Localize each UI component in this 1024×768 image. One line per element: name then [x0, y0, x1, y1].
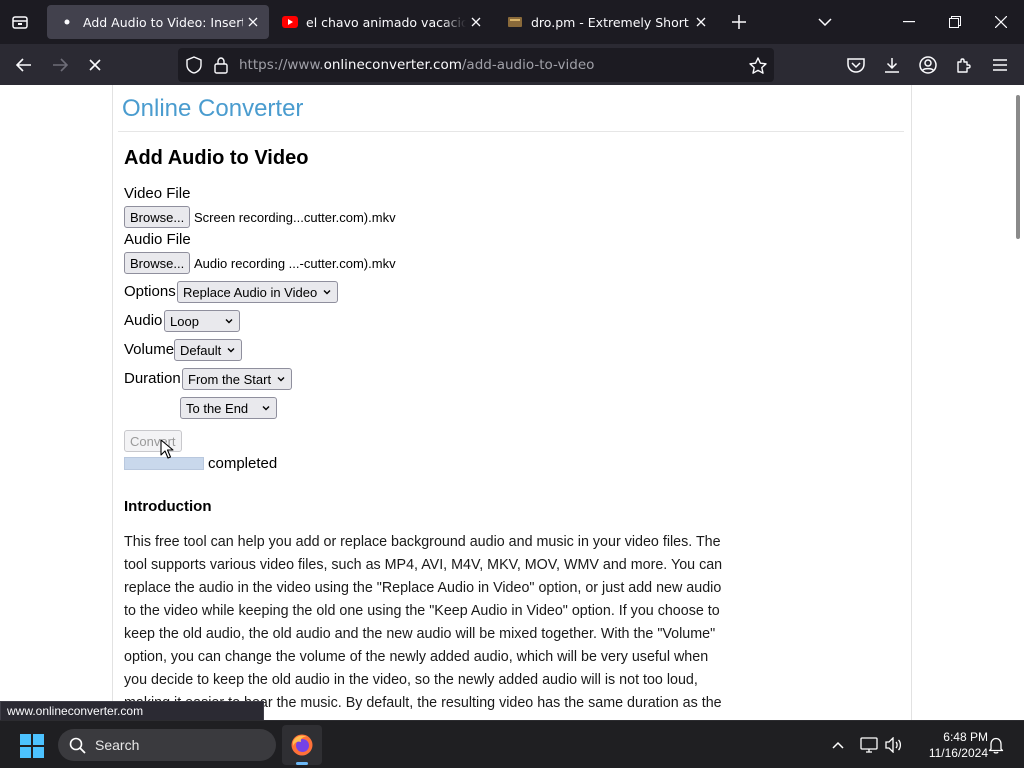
duration-label: Duration — [124, 370, 181, 387]
page-viewport: Online Converter Add Audio to Video Vide… — [0, 85, 1024, 720]
mouse-cursor-icon — [160, 439, 174, 459]
stop-icon — [89, 59, 101, 71]
app-menu-button[interactable] — [985, 50, 1015, 80]
chevron-up-icon — [832, 741, 844, 749]
chevron-down-icon — [227, 348, 235, 353]
volume-select-value: Default — [180, 342, 222, 358]
duration-end-select[interactable]: To the End — [180, 397, 277, 419]
close-tab-icon[interactable] — [466, 12, 486, 32]
new-tab-button[interactable] — [727, 10, 751, 34]
firefox-icon — [291, 734, 313, 756]
taskbar-search-box[interactable]: Search — [58, 729, 276, 761]
hamburger-icon — [993, 59, 1007, 71]
active-app-indicator — [296, 762, 308, 765]
extensions-button[interactable] — [949, 50, 979, 80]
minimize-icon — [903, 21, 915, 23]
audio-mode-select-value: Loop — [170, 313, 199, 329]
bookmark-star-icon[interactable] — [748, 55, 768, 75]
tab-bar: Add Audio to Video: Insert Or Replace el… — [0, 0, 1024, 44]
windows-taskbar: Search 6:48 PM 11/16/2024 — [0, 720, 1024, 768]
pocket-icon — [847, 58, 865, 73]
chevron-down-icon — [225, 319, 233, 324]
stop-loading-button[interactable] — [80, 50, 110, 80]
plus-icon — [732, 15, 746, 29]
page-scrollbar[interactable] — [1016, 95, 1020, 239]
audio-browse-button[interactable]: Browse... — [124, 252, 191, 274]
taskbar-clock[interactable]: 6:48 PM 11/16/2024 — [912, 729, 988, 761]
audio-mode-select[interactable]: Loop — [164, 310, 240, 332]
notifications-bell-icon[interactable] — [986, 735, 1006, 755]
show-hidden-icons-button[interactable] — [828, 735, 848, 755]
dropm-icon — [507, 14, 523, 30]
windows-start-icon[interactable] — [20, 734, 44, 758]
account-button[interactable] — [913, 50, 943, 80]
close-tab-icon[interactable] — [243, 12, 263, 32]
chevron-down-icon — [818, 18, 832, 26]
video-filename: Screen recording...cutter.com).mkv — [194, 210, 396, 225]
tab-overflow-button[interactable] — [813, 10, 837, 34]
lock-icon[interactable] — [211, 55, 231, 75]
chevron-down-icon — [262, 406, 270, 411]
site-title-link[interactable]: Online Converter — [122, 95, 303, 123]
account-icon — [919, 56, 937, 74]
header-divider — [118, 131, 904, 132]
options-label: Options — [124, 283, 176, 300]
progress-status-text: completed — [208, 455, 278, 472]
tracking-protection-icon[interactable] — [184, 55, 204, 75]
duration-end-value: To the End — [186, 400, 249, 416]
url-text: https://www.onlineconverter.com/add-audi… — [239, 57, 595, 73]
downloads-button[interactable] — [877, 50, 907, 80]
forward-button[interactable] — [45, 50, 75, 80]
audio-filename: Audio recording ...-cutter.com).mkv — [194, 256, 396, 271]
taskbar-firefox-button[interactable] — [282, 725, 322, 765]
tab-dro-pm[interactable]: dro.pm - Extremely Short Links — [495, 5, 717, 39]
duration-start-select[interactable]: From the Start — [182, 368, 293, 390]
introduction-paragraph: This free tool can help you add or repla… — [124, 534, 723, 720]
list-all-tabs-button[interactable] — [6, 8, 34, 36]
tab-title: dro.pm - Extremely Short Links — [531, 14, 691, 30]
video-browse-button[interactable]: Browse... — [124, 206, 191, 228]
search-placeholder: Search — [95, 737, 140, 753]
tab-add-audio[interactable]: Add Audio to Video: Insert Or Replace — [47, 5, 269, 39]
options-select-value: Replace Audio in Video — [183, 284, 318, 300]
close-icon — [995, 16, 1007, 28]
pocket-button[interactable] — [841, 50, 871, 80]
tab-el-chavo[interactable]: el chavo animado vacaciones en — [270, 5, 492, 39]
arrow-left-icon — [16, 58, 31, 72]
audio-mode-label: Audio — [124, 312, 163, 329]
volume-select[interactable]: Default — [174, 339, 243, 361]
video-file-label: Video File — [124, 185, 191, 202]
close-window-button[interactable] — [985, 6, 1017, 38]
minimize-button[interactable] — [893, 6, 925, 38]
chevron-down-icon — [277, 377, 285, 382]
tab-title: el chavo animado vacaciones en — [306, 14, 466, 30]
audio-file-label: Audio File — [124, 231, 191, 248]
duration-start-value: From the Start — [188, 371, 272, 387]
url-bar[interactable]: https://www.onlineconverter.com/add-audi… — [178, 48, 774, 82]
volume-label: Volume — [124, 341, 175, 358]
volume-icon[interactable] — [884, 735, 904, 755]
search-icon — [68, 736, 86, 754]
navigation-toolbar: https://www.onlineconverter.com/add-audi… — [0, 44, 1024, 85]
link-status-panel: www.onlineconverter.com — [0, 701, 264, 720]
puzzle-icon — [957, 57, 971, 73]
page-title: Add Audio to Video — [124, 147, 309, 169]
download-icon — [885, 58, 899, 73]
restore-button[interactable] — [939, 6, 971, 38]
loading-dot-icon — [59, 14, 75, 30]
clock-time: 6:48 PM — [943, 730, 988, 744]
restore-icon — [949, 16, 961, 28]
progress-fill — [125, 458, 203, 469]
network-icon[interactable] — [859, 735, 879, 755]
tab-list-icon — [12, 16, 28, 29]
options-select[interactable]: Replace Audio in Video — [177, 281, 339, 303]
chevron-down-icon — [323, 290, 331, 295]
arrow-right-icon — [53, 58, 68, 72]
back-button[interactable] — [9, 50, 39, 80]
youtube-icon — [282, 14, 298, 30]
close-tab-icon[interactable] — [691, 12, 711, 32]
introduction-heading: Introduction — [124, 498, 212, 515]
tab-title: Add Audio to Video: Insert Or Replace — [83, 14, 243, 30]
clock-date: 11/16/2024 — [928, 746, 988, 760]
